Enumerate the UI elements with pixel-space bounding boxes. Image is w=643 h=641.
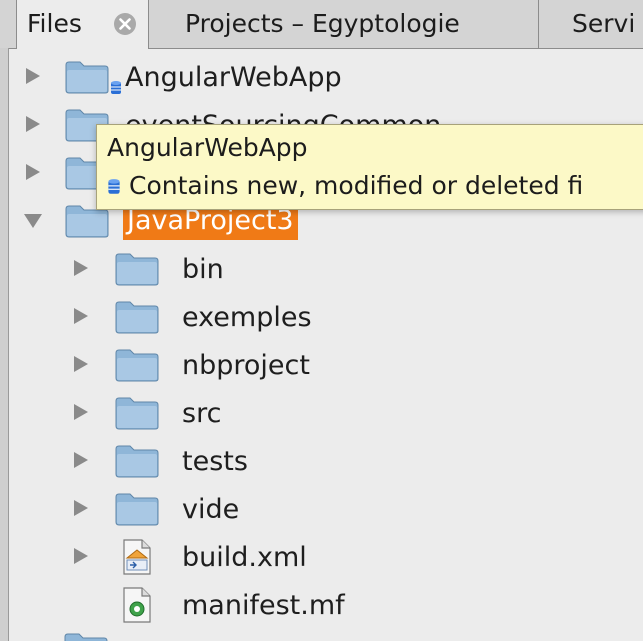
ant-build-file-icon [123,539,151,575]
db-badge-icon [111,81,121,94]
expand-arrow-icon[interactable] [69,448,93,472]
tooltip-message-line: Contains new, modified or deleted fi [107,169,583,203]
expand-arrow-icon[interactable] [21,112,45,136]
tab-services[interactable]: Servi [540,0,643,48]
tab-files[interactable]: Files [16,0,149,49]
tree-item-angularwebapp[interactable]: AngularWebApp [9,54,643,102]
tree-item-nbproject[interactable]: nbproject [9,342,643,390]
tree-item-label: exemples [182,302,312,333]
expand-arrow-icon[interactable] [21,64,45,88]
expand-arrow-icon[interactable] [69,352,93,376]
tree-item-label: manifest.mf [182,590,345,621]
expand-arrow-icon[interactable] [69,256,93,280]
tree-item-manifest-mf[interactable]: manifest.mf [9,582,643,630]
folder-icon [115,253,159,286]
file-explorer-window: Files Projects – Egyptologie Servi Angul… [0,0,643,641]
tree-item-label: AngularWebApp [125,62,342,93]
collapse-arrow-icon[interactable] [21,208,45,232]
tree-item-label: nbproject [182,350,310,381]
tree-item-vide[interactable]: vide [9,486,643,534]
close-icon[interactable] [113,12,137,36]
tree-item-tests[interactable]: tests [9,438,643,486]
tree-item-label: build.xml [182,542,307,573]
tree-item-build-xml[interactable]: build.xml [9,534,643,582]
expand-arrow-icon[interactable] [21,160,45,184]
tree-item-label: tests [182,446,248,477]
folder-icon [115,445,159,478]
folder-icon [115,301,159,334]
folder-icon [64,633,108,641]
folder-icon [65,61,109,94]
tooltip-title: AngularWebApp [107,133,308,162]
expand-arrow-icon[interactable] [69,544,93,568]
left-gutter [0,48,9,641]
tree-item-label: vide [182,494,240,525]
folder-icon [115,349,159,382]
tab-projects[interactable]: Projects – Egyptologie [149,0,539,48]
tree-item-exemples[interactable]: exemples [9,294,643,342]
tree-item-src[interactable]: src [9,390,643,438]
expand-arrow-icon[interactable] [69,304,93,328]
tree-item-bin[interactable]: bin [9,246,643,294]
tooltip-message: Contains new, modified or deleted fi [129,171,584,200]
expand-arrow-icon[interactable] [69,400,93,424]
expand-arrow-icon[interactable] [69,496,93,520]
tab-services-label: Servi [572,9,636,38]
folder-icon [115,493,159,526]
tooltip: AngularWebApp Contains new, modified or … [96,124,643,210]
folder-icon [115,397,159,430]
tab-projects-label: Projects – Egyptologie [185,9,460,38]
db-badge-icon [108,179,120,194]
manifest-file-icon [123,587,151,623]
tree-item-label: src [182,398,222,429]
tree-item-label: bin [182,254,224,285]
tab-files-label: Files [27,9,82,38]
tree-item-partial [0,630,643,641]
tab-strip: Files Projects – Egyptologie Servi [0,0,643,49]
